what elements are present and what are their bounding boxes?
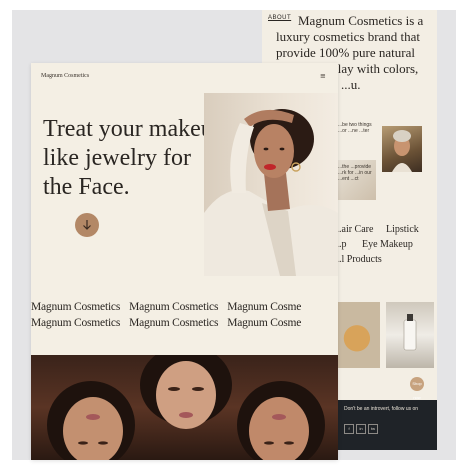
marquee-text: Magnum Cosme bbox=[227, 317, 302, 329]
category-eye-makeup[interactable]: Eye Makeup bbox=[362, 239, 413, 250]
marquee-row-1: Magnum Cosmetics Magnum Cosmetics Magnum C… bbox=[31, 299, 338, 315]
marquee-text: Magnum Cosmetics bbox=[129, 301, 219, 313]
category-products[interactable]: ...l Products bbox=[334, 254, 382, 265]
category-hair-care[interactable]: ...air Care bbox=[334, 224, 373, 235]
arrow-down-icon bbox=[83, 220, 91, 230]
brand-marquee: Magnum Cosmetics Magnum Cosmetics Magnum C… bbox=[31, 299, 338, 331]
linkedin-icon[interactable]: in bbox=[356, 424, 366, 434]
footer-text: Don't be an introvert, follow us on bbox=[344, 406, 419, 412]
models-group-image bbox=[31, 355, 338, 460]
bottle-illustration bbox=[403, 314, 417, 351]
category-lipstick[interactable]: Lipstick bbox=[386, 224, 419, 235]
brand-logo[interactable]: Magnum Cosmetics bbox=[41, 73, 89, 79]
shop-now-button[interactable]: Shop now bbox=[410, 377, 424, 400]
hero-model-image bbox=[204, 93, 338, 276]
model-portrait-illustration bbox=[204, 109, 338, 276]
facebook-icon[interactable]: f bbox=[344, 424, 354, 434]
marquee-text: Magnum Cosmetics bbox=[31, 301, 121, 313]
marquee-text: Magnum Cosmetics bbox=[31, 317, 121, 329]
model-illustration bbox=[392, 130, 412, 172]
twitter-icon[interactable]: tw bbox=[368, 424, 378, 434]
footer: Don't be an introvert, follow us on f in… bbox=[338, 400, 437, 450]
marquee-row-2: Magnum Cosmetics Magnum Cosmetics Magnum C… bbox=[31, 315, 338, 331]
scroll-down-button[interactable] bbox=[75, 213, 99, 237]
three-models-illustration bbox=[47, 355, 325, 460]
home-page: Magnum Cosmetics ≡ Treat your makeup lik… bbox=[31, 63, 338, 460]
thumb-caption-2: ...the ...provide ...rk for ...in our ..… bbox=[338, 164, 372, 182]
thumb-caption-1: ...be two things ...or ...ne ...ter bbox=[338, 122, 372, 134]
hamburger-icon[interactable]: ≡ bbox=[320, 73, 327, 80]
perfume-product-image[interactable] bbox=[338, 302, 380, 368]
marquee-text: Magnum Cosme bbox=[227, 301, 302, 313]
marquee-text: Magnum Cosmetics bbox=[129, 317, 219, 329]
skincare-product-image[interactable] bbox=[386, 302, 434, 368]
model-thumbnail bbox=[382, 126, 422, 172]
